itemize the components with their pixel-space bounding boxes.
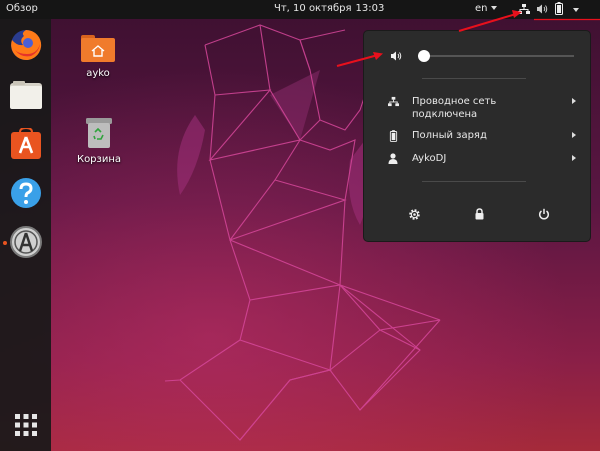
- dock-software[interactable]: [6, 124, 46, 164]
- settings-icon: [408, 208, 420, 220]
- menu-item-network[interactable]: Проводное сеть подключена: [386, 95, 576, 121]
- desktop-icon-label: Корзина: [76, 154, 122, 165]
- dock: [0, 19, 51, 451]
- language-selector[interactable]: en: [475, 3, 497, 14]
- home-folder-icon: [81, 35, 115, 62]
- user-icon: [386, 152, 400, 164]
- menu-item-label: AykoDJ: [412, 153, 447, 164]
- firefox-icon: [11, 29, 42, 60]
- network-wired-icon: [518, 3, 530, 18]
- menu-item-user[interactable]: AykoDJ: [386, 152, 576, 165]
- network-wired-icon: [386, 95, 400, 107]
- volume-icon: [390, 50, 402, 65]
- chevron-right-icon: [572, 132, 576, 138]
- app-grid-icon: [15, 414, 37, 436]
- volume-slider[interactable]: [418, 50, 574, 62]
- dock-updater[interactable]: [6, 222, 46, 262]
- folder-icon: [10, 81, 42, 109]
- clock-date: Чт, 10 октября: [274, 3, 352, 14]
- help-icon: [11, 178, 41, 208]
- chevron-right-icon: [572, 98, 576, 104]
- menu-item-label: Полный заряд: [412, 130, 487, 141]
- trash-icon: [86, 118, 112, 148]
- show-applications-button[interactable]: [6, 405, 46, 445]
- clock-button[interactable]: Чт, 10 октября 13:03: [274, 3, 388, 14]
- menu-item-label-line1: Проводное сеть: [412, 96, 497, 107]
- system-menu: Проводное сеть подключена Полный заряд A…: [363, 30, 591, 242]
- lock-icon: [475, 208, 483, 220]
- top-bar: Обзор Чт, 10 октября 13:03 en: [0, 0, 600, 19]
- volume-icon: [536, 3, 548, 18]
- menu-separator: [422, 78, 526, 79]
- chevron-down-icon: [490, 6, 497, 10]
- chevron-right-icon: [572, 155, 576, 161]
- dock-files[interactable]: [6, 75, 46, 115]
- dock-help[interactable]: [6, 173, 46, 213]
- settings-button[interactable]: [406, 206, 422, 222]
- battery-icon: [386, 129, 400, 142]
- power-button[interactable]: [536, 206, 552, 222]
- desktop-icon-home[interactable]: ayko: [72, 33, 124, 79]
- menu-item-label: Проводное сеть подключена: [412, 95, 572, 121]
- language-label: en: [475, 3, 488, 14]
- software-updater-icon: [10, 226, 42, 258]
- desktop-icon-trash[interactable]: Корзина: [74, 117, 124, 165]
- dock-firefox[interactable]: [6, 25, 46, 65]
- menu-item-battery[interactable]: Полный заряд: [386, 129, 576, 142]
- volume-slider-handle[interactable]: [418, 50, 430, 62]
- activities-button[interactable]: Обзор: [6, 3, 38, 14]
- clock-time: 13:03: [355, 3, 385, 14]
- menu-separator: [422, 181, 526, 182]
- power-icon: [539, 208, 549, 220]
- volume-row: [390, 49, 580, 63]
- menu-caret-icon: [573, 8, 579, 12]
- system-actions: [364, 206, 592, 222]
- desktop-icon-label: ayko: [86, 68, 110, 79]
- menu-item-label-line2: подключена: [412, 109, 478, 120]
- lock-button[interactable]: [471, 206, 487, 222]
- system-tray[interactable]: [518, 2, 579, 18]
- battery-icon: [554, 2, 564, 18]
- software-center-icon: [11, 128, 41, 159]
